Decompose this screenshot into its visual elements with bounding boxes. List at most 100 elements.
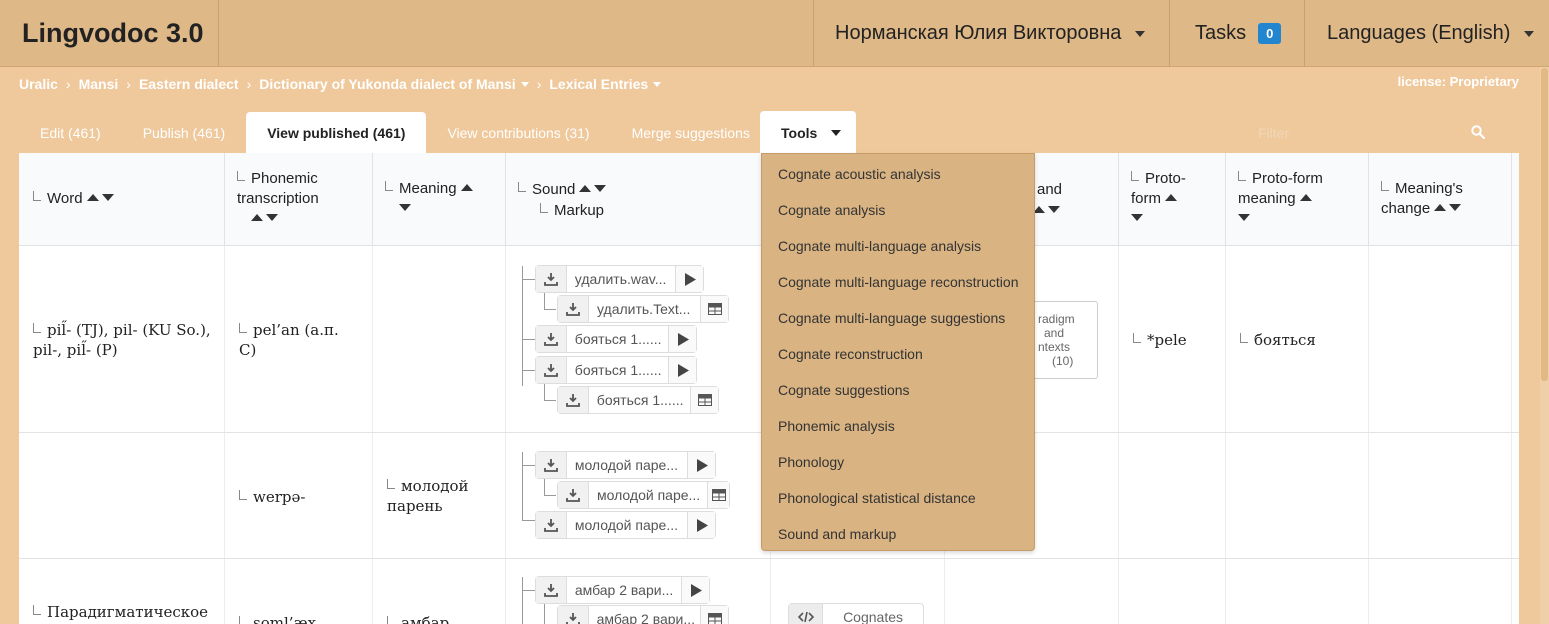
sort-down-icon[interactable] bbox=[1131, 214, 1143, 221]
play-icon[interactable] bbox=[681, 577, 709, 603]
table-icon[interactable] bbox=[700, 606, 728, 624]
download-icon[interactable] bbox=[536, 452, 567, 478]
breadcrumb-item-mansi[interactable]: Mansi bbox=[79, 76, 119, 92]
tab-merge-suggestions[interactable]: Merge suggestions bbox=[611, 112, 771, 154]
tab-publish[interactable]: Publish (461) bbox=[122, 112, 247, 154]
tab-view-published[interactable]: View published (461) bbox=[246, 112, 427, 154]
chevron-down-icon bbox=[831, 129, 842, 136]
table-row-3-meaning[interactable]: амбар bbox=[387, 613, 449, 624]
column-header-protoform[interactable]: Proto-form bbox=[1119, 153, 1226, 246]
menu-item-sound-and-markup[interactable]: Sound and markup bbox=[762, 516, 1034, 552]
menu-item-phonemic-analysis[interactable]: Phonemic analysis bbox=[762, 408, 1034, 444]
column-header-sound[interactable]: Sound Markup bbox=[506, 153, 771, 246]
table-icon[interactable] bbox=[700, 296, 728, 322]
menu-item-cognate-multi-language-reconstruction[interactable]: Cognate multi-language reconstruction bbox=[762, 264, 1034, 300]
sort-up-icon[interactable] bbox=[86, 194, 99, 201]
menu-item-cognate-analysis[interactable]: Cognate analysis bbox=[762, 192, 1034, 228]
tree-icon bbox=[33, 323, 41, 333]
play-icon[interactable] bbox=[687, 452, 715, 478]
table-row-1-protoform[interactable]: *pele bbox=[1133, 330, 1187, 350]
tree-icon bbox=[239, 616, 247, 624]
menu-item-cognate-suggestions[interactable]: Cognate suggestions bbox=[762, 372, 1034, 408]
sound-player[interactable]: удалить.wav... bbox=[535, 265, 704, 293]
breadcrumb-item-uralic[interactable]: Uralic bbox=[19, 76, 58, 92]
download-icon[interactable] bbox=[536, 326, 567, 352]
play-icon[interactable] bbox=[675, 266, 703, 292]
chevron-down-icon[interactable] bbox=[520, 81, 529, 87]
sort-up-icon[interactable] bbox=[579, 185, 592, 192]
download-icon[interactable] bbox=[536, 266, 567, 292]
table-row-1-protoform-meaning[interactable]: бояться bbox=[1240, 330, 1316, 350]
sound-player[interactable]: амбар 2 вари... bbox=[535, 576, 710, 604]
sort-down-icon[interactable] bbox=[399, 204, 411, 211]
download-icon[interactable] bbox=[558, 387, 589, 413]
cell-text: soml’æx bbox=[253, 614, 317, 624]
chevron-down-icon[interactable] bbox=[653, 81, 662, 87]
download-icon[interactable] bbox=[536, 577, 567, 603]
sound-player[interactable]: бояться 1...... bbox=[535, 325, 697, 353]
column-header-meaning-change[interactable]: Meaning's change bbox=[1369, 153, 1512, 246]
user-menu[interactable]: Норманская Юлия Викторовна bbox=[813, 0, 1169, 67]
sort-up-icon[interactable] bbox=[1299, 194, 1312, 201]
column-header-word[interactable]: Word bbox=[19, 153, 225, 246]
table-row-2-phonemic[interactable]: werpə- bbox=[239, 487, 305, 507]
tab-view-contributions[interactable]: View contributions (31) bbox=[426, 112, 610, 154]
license-label: license: Proprietary bbox=[1397, 74, 1519, 89]
column-header-meaning[interactable]: Meaning bbox=[373, 153, 506, 246]
sort-down-icon[interactable] bbox=[594, 185, 607, 192]
paradigm-text: and bbox=[1044, 326, 1065, 340]
play-icon[interactable] bbox=[668, 357, 697, 383]
sort-up-icon[interactable] bbox=[460, 184, 473, 191]
sort-up-icon[interactable] bbox=[251, 214, 263, 221]
breadcrumb-item-dialect[interactable]: Eastern dialect bbox=[139, 76, 239, 92]
download-icon[interactable] bbox=[536, 357, 567, 383]
sound-player[interactable]: бояться 1...... bbox=[535, 356, 697, 384]
sort-down-icon[interactable] bbox=[1449, 204, 1462, 211]
menu-item-cognate-acoustic-analysis[interactable]: Cognate acoustic analysis bbox=[762, 156, 1034, 192]
breadcrumb-item-lexical-entries[interactable]: Lexical Entries bbox=[549, 76, 648, 92]
download-icon[interactable] bbox=[558, 606, 589, 624]
menu-item-cognate-multi-language-analysis[interactable]: Cognate multi-language analysis bbox=[762, 228, 1034, 264]
sort-down-icon[interactable] bbox=[101, 194, 114, 201]
sort-down-icon[interactable] bbox=[1238, 214, 1250, 221]
sound-player[interactable]: молодой паре... bbox=[535, 511, 716, 539]
table-row-3-phonemic[interactable]: soml’æx bbox=[239, 613, 316, 624]
sort-down-icon[interactable] bbox=[1048, 206, 1060, 213]
table-icon[interactable] bbox=[707, 482, 729, 508]
breadcrumb-item-dictionary[interactable]: Dictionary of Yukonda dialect of Mansi bbox=[259, 76, 515, 92]
search-icon[interactable] bbox=[1471, 125, 1485, 139]
markup-viewer[interactable]: молодой паре... bbox=[557, 481, 730, 509]
filter-input[interactable]: Filter bbox=[1248, 118, 1488, 148]
download-icon[interactable] bbox=[536, 512, 567, 538]
cognates-button[interactable]: Cognates bbox=[788, 603, 924, 624]
menu-item-phonological-statistical-distance[interactable]: Phonological statistical distance bbox=[762, 480, 1034, 516]
menu-item-cognate-reconstruction[interactable]: Cognate reconstruction bbox=[762, 336, 1034, 372]
table-icon[interactable] bbox=[690, 387, 719, 413]
breadcrumb: Uralic › Mansi › Eastern dialect › Dicti… bbox=[19, 76, 662, 92]
markup-viewer[interactable]: удалить.Text... bbox=[557, 295, 729, 323]
tab-tools[interactable]: Tools bbox=[760, 111, 856, 154]
table-row-2-meaning[interactable]: молодой парень bbox=[387, 476, 497, 516]
sort-up-icon[interactable] bbox=[1165, 194, 1177, 201]
table-row-3-word[interactable]: Парадигматическое bbox=[33, 602, 208, 622]
menu-item-phonology[interactable]: Phonology bbox=[762, 444, 1034, 480]
menu-item-cognate-multi-language-suggestions[interactable]: Cognate multi-language suggestions bbox=[762, 300, 1034, 336]
languages-menu[interactable]: Languages (English) bbox=[1304, 0, 1549, 67]
table-row-1-word[interactable]: pil̋- (TJ), pil- (KU So.), pil-, pil̋- (… bbox=[33, 320, 213, 360]
column-header-phonemic[interactable]: Phonemic transcription bbox=[225, 153, 373, 246]
download-icon[interactable] bbox=[558, 482, 589, 508]
download-icon[interactable] bbox=[558, 296, 589, 322]
markup-viewer[interactable]: бояться 1...... bbox=[557, 386, 719, 414]
column-header-protoform-meaning[interactable]: Proto-form meaning bbox=[1226, 153, 1369, 246]
sort-up-icon[interactable] bbox=[1434, 204, 1447, 211]
play-icon[interactable] bbox=[668, 326, 697, 352]
app-logo[interactable]: Lingvodoc 3.0 bbox=[0, 0, 219, 67]
sound-player[interactable]: молодой паре... bbox=[535, 451, 716, 479]
play-icon[interactable] bbox=[687, 512, 715, 538]
tab-edit[interactable]: Edit (461) bbox=[19, 112, 122, 154]
tasks-button[interactable]: Tasks 0 bbox=[1169, 0, 1304, 67]
scrollbar-thumb[interactable] bbox=[1541, 68, 1548, 381]
markup-viewer[interactable]: амбар 2 вари... bbox=[557, 605, 729, 624]
sort-down-icon[interactable] bbox=[266, 214, 278, 221]
table-row-1-phonemic[interactable]: pel’an (a.п. C) bbox=[239, 320, 359, 360]
